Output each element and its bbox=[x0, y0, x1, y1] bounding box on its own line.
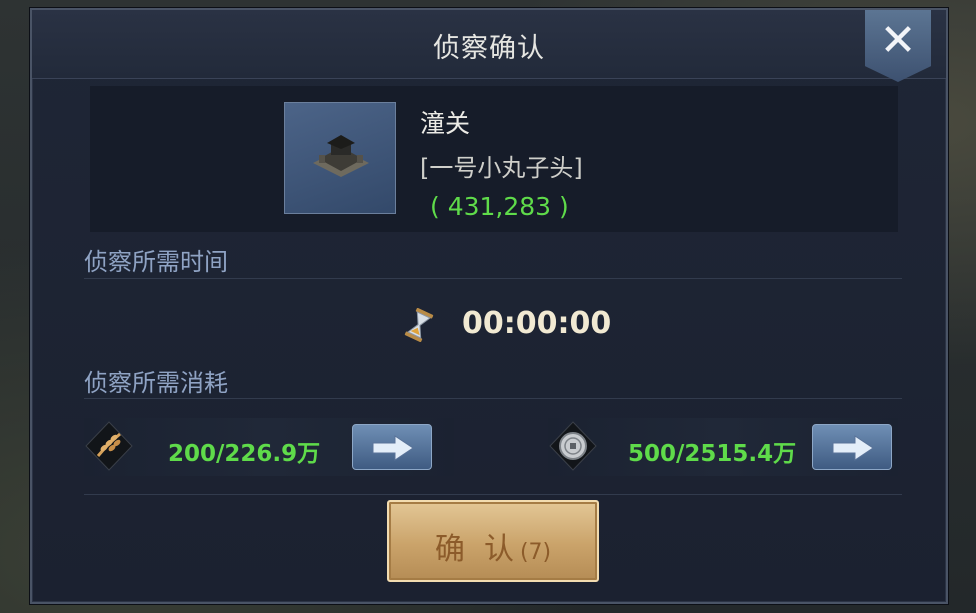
silver-cost-row: 500/2515.4万 bbox=[548, 418, 898, 476]
confirm-text: 确 认 bbox=[434, 532, 514, 567]
confirm-button[interactable]: 确 认 (7) bbox=[387, 500, 599, 582]
close-icon: ✕ bbox=[879, 15, 917, 66]
grain-cost-row: 200/226.9万 bbox=[84, 418, 454, 476]
hourglass-icon bbox=[404, 307, 434, 346]
scout-confirm-dialog: 侦察确认 ✕ 潼关 [一号小丸子头] ( 431,283 ) 侦察所需时间 00… bbox=[30, 8, 948, 604]
grain-icon bbox=[84, 420, 134, 476]
silver-cost-amount: 500/2515.4万 bbox=[628, 441, 797, 467]
confirm-button-label: 确 认 (7) bbox=[389, 524, 597, 568]
grain-cost-amount: 200/226.9万 bbox=[168, 441, 321, 467]
cost-section-label: 侦察所需消耗 bbox=[84, 369, 228, 397]
silver-coin-icon bbox=[548, 420, 598, 476]
arrow-right-icon bbox=[832, 435, 874, 461]
time-section-divider bbox=[84, 278, 902, 279]
scout-duration: 00:00:00 bbox=[462, 306, 612, 341]
title-bar: 侦察确认 bbox=[32, 10, 946, 79]
grain-acquire-button[interactable] bbox=[352, 424, 432, 470]
footer-divider bbox=[84, 494, 902, 495]
target-owner-name: [一号小丸子头] bbox=[420, 154, 583, 182]
confirm-count: (7) bbox=[519, 540, 552, 565]
cost-section-divider bbox=[84, 398, 902, 399]
target-panel: 潼关 [一号小丸子头] ( 431,283 ) bbox=[90, 86, 898, 232]
target-coordinates[interactable]: ( 431,283 ) bbox=[430, 192, 569, 221]
dialog-title: 侦察确认 bbox=[433, 33, 545, 64]
time-section-label: 侦察所需时间 bbox=[84, 248, 228, 276]
fortress-icon bbox=[284, 102, 396, 214]
target-city-name: 潼关 bbox=[420, 109, 471, 138]
arrow-right-icon bbox=[372, 435, 414, 461]
silver-acquire-button[interactable] bbox=[812, 424, 892, 470]
